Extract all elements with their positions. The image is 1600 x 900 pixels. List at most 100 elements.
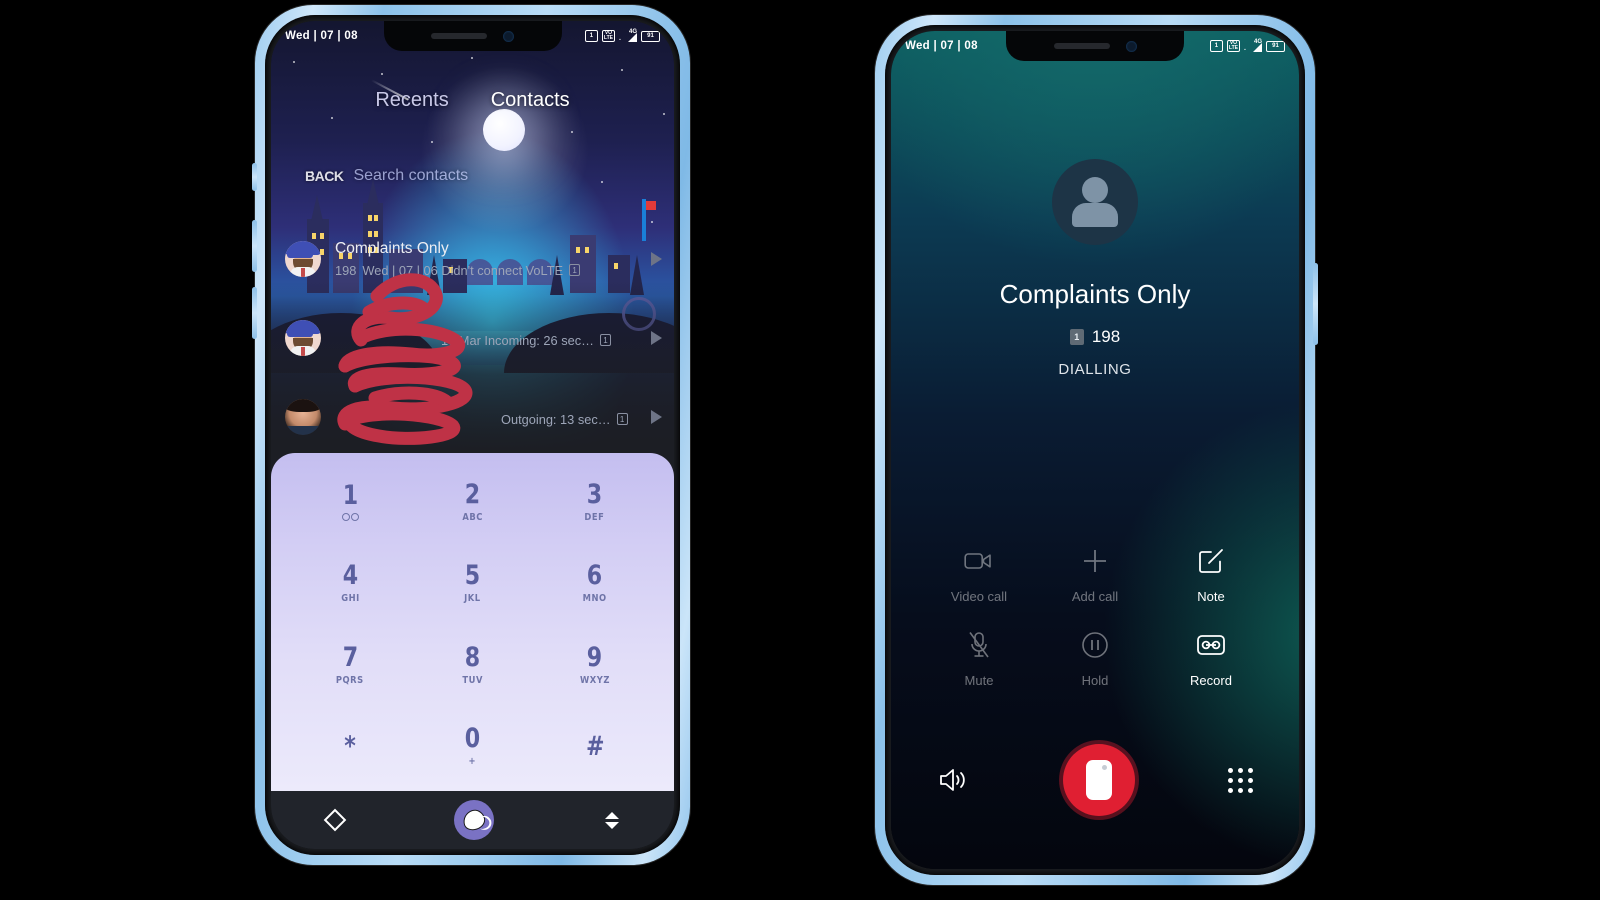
end-call-icon	[1085, 760, 1112, 800]
front-camera	[503, 30, 514, 42]
in-call-screen: Complaints Only 1 198 DIALLING Video cal…	[891, 31, 1299, 869]
call-log-row[interactable]: Outgoing: 13 sec… 1	[271, 377, 674, 456]
key-digit: 5	[464, 560, 481, 592]
dialpad[interactable]: 1 2 ABC 3 DEF 4 GHI 5 JKL 6 MNO 7 PQRS 8…	[271, 453, 674, 791]
add-call-icon	[1082, 546, 1108, 576]
key-digit: *	[344, 730, 356, 762]
expand-arrow-icon[interactable]	[651, 330, 662, 345]
sim-badge-icon: 1	[616, 413, 628, 425]
key-digit: 2	[464, 478, 481, 510]
notch	[1006, 31, 1184, 61]
key-letters: WXYZ	[579, 674, 610, 686]
call-row-meta: Outgoing: 13 sec… 1	[335, 407, 645, 427]
dialpad-key-hash[interactable]: #	[534, 706, 656, 788]
note-button[interactable]: Note	[1153, 546, 1269, 604]
key-letters: +	[468, 756, 477, 768]
key-digit: 8	[464, 641, 481, 673]
add-call-label: Add call	[1071, 589, 1119, 604]
dialpad-key-6[interactable]: 6 MNO	[534, 543, 656, 625]
avatar	[285, 398, 321, 435]
dialpad-key-8[interactable]: 8 TUV	[411, 624, 533, 706]
earpiece-speaker	[431, 33, 487, 39]
volume-up-button[interactable]	[252, 220, 257, 272]
dialpad-key-0[interactable]: 0 +	[411, 706, 533, 788]
phone-screen-left: Recents Contacts BACK Search contacts Co…	[271, 21, 674, 849]
call-status-text: DIALLING	[1058, 361, 1132, 378]
key-digit: 4	[342, 560, 358, 592]
video-call-button[interactable]: Video call	[921, 546, 1037, 604]
call-row-detail: 198 Wed | 07 | 06 Didn't connect VoLTE 1	[335, 263, 645, 278]
key-letters: DEF	[584, 511, 605, 523]
call-detail-text: Outgoing: 13 sec…	[501, 411, 611, 427]
video-call-icon	[964, 546, 994, 576]
key-digit: #	[585, 730, 605, 762]
call-row-detail: 10 Mar Incoming: 26 sec… 1	[335, 333, 645, 348]
dialer-app: Recents Contacts BACK Search contacts Co…	[271, 21, 674, 849]
call-row-detail: Outgoing: 13 sec… 1	[335, 412, 645, 427]
tab-recents[interactable]: Recents	[375, 89, 448, 112]
dialpad-key-3[interactable]: 3 DEF	[534, 461, 656, 543]
call-row-meta: 10 Mar Incoming: 26 sec… 1	[335, 328, 645, 348]
end-call-button[interactable]	[1062, 744, 1135, 816]
back-label[interactable]: BACK	[305, 168, 344, 184]
home-glove-icon[interactable]	[453, 800, 494, 840]
note-icon	[1198, 546, 1224, 576]
record-icon	[1196, 630, 1226, 660]
key-digit: 1	[342, 480, 358, 512]
search-input-placeholder[interactable]: Search contacts	[353, 167, 468, 185]
notch	[383, 21, 562, 51]
callee-number-row: 1 198	[891, 327, 1299, 347]
key-letters: PQRS	[336, 674, 365, 686]
power-button[interactable]	[1313, 263, 1318, 345]
call-detail-text: Wed | 07 | 06 Didn't connect VoLTE	[362, 262, 564, 278]
key-letters: TUV	[462, 674, 483, 686]
key-digit: 6	[587, 560, 603, 592]
front-camera	[1125, 40, 1137, 52]
search-bar[interactable]: BACK Search contacts	[305, 161, 640, 191]
key-digit: 7	[342, 641, 358, 673]
dialpad-key-1[interactable]: 1	[289, 461, 411, 543]
avatar	[285, 240, 321, 277]
video-call-label: Video call	[950, 589, 1008, 604]
record-button[interactable]: Record	[1153, 630, 1269, 688]
back-diamond-icon[interactable]	[323, 808, 346, 832]
key-letters: MNO	[582, 593, 607, 605]
phone-bezel-right: Complaints Only 1 198 DIALLING Video cal…	[885, 25, 1305, 875]
screenshot-stage: Recents Contacts BACK Search contacts Co…	[0, 0, 1600, 900]
key-letters: JKL	[464, 593, 481, 605]
person-placeholder-icon	[1052, 159, 1138, 245]
call-log-row[interactable]: 10 Mar Incoming: 26 sec… 1	[271, 298, 674, 377]
earpiece-speaker	[1053, 43, 1110, 49]
dialpad-key-2[interactable]: 2 ABC	[411, 461, 533, 543]
phone-screen-right: Complaints Only 1 198 DIALLING Video cal…	[891, 31, 1299, 869]
record-label: Record	[1190, 673, 1232, 688]
dialpad-key-9[interactable]: 9 WXYZ	[534, 624, 656, 706]
expand-arrow-icon[interactable]	[651, 251, 662, 266]
dialpad-key-7[interactable]: 7 PQRS	[289, 624, 411, 706]
chevron-updown-icon[interactable]	[604, 811, 619, 829]
expand-arrow-icon[interactable]	[651, 409, 662, 424]
hold-button[interactable]: Hold	[1037, 630, 1153, 688]
tab-contacts[interactable]: Contacts	[491, 89, 570, 112]
call-row-meta: Complaints Only 198 Wed | 07 | 06 Didn't…	[335, 240, 645, 278]
dialpad-key-5[interactable]: 5 JKL	[411, 543, 533, 625]
call-action-grid: Video call Add call Note Mute Hold Recor…	[921, 546, 1269, 688]
voicemail-icon	[341, 513, 359, 522]
key-letters: GHI	[340, 593, 360, 605]
speaker-icon[interactable]	[938, 766, 970, 794]
hold-label: Hold	[1081, 673, 1109, 688]
dialpad-key-star[interactable]: *	[289, 706, 411, 788]
moon-icon	[482, 109, 525, 151]
mute-button[interactable]: Mute	[921, 630, 1037, 688]
key-digit: 9	[587, 641, 603, 673]
call-log-row[interactable]: Complaints Only 198 Wed | 07 | 06 Didn't…	[271, 219, 674, 298]
keypad-dots-icon[interactable]	[1227, 767, 1253, 793]
call-number: 198	[335, 262, 357, 278]
dialpad-key-4[interactable]: 4 GHI	[289, 543, 411, 625]
volume-down-button[interactable]	[252, 287, 257, 339]
mute-switch[interactable]	[252, 163, 257, 191]
phone-bezel-left: Recents Contacts BACK Search contacts Co…	[265, 15, 680, 855]
callee-number: 198	[1091, 327, 1121, 346]
sim-badge-icon: 1	[1069, 329, 1084, 345]
add-call-button[interactable]: Add call	[1037, 546, 1153, 604]
